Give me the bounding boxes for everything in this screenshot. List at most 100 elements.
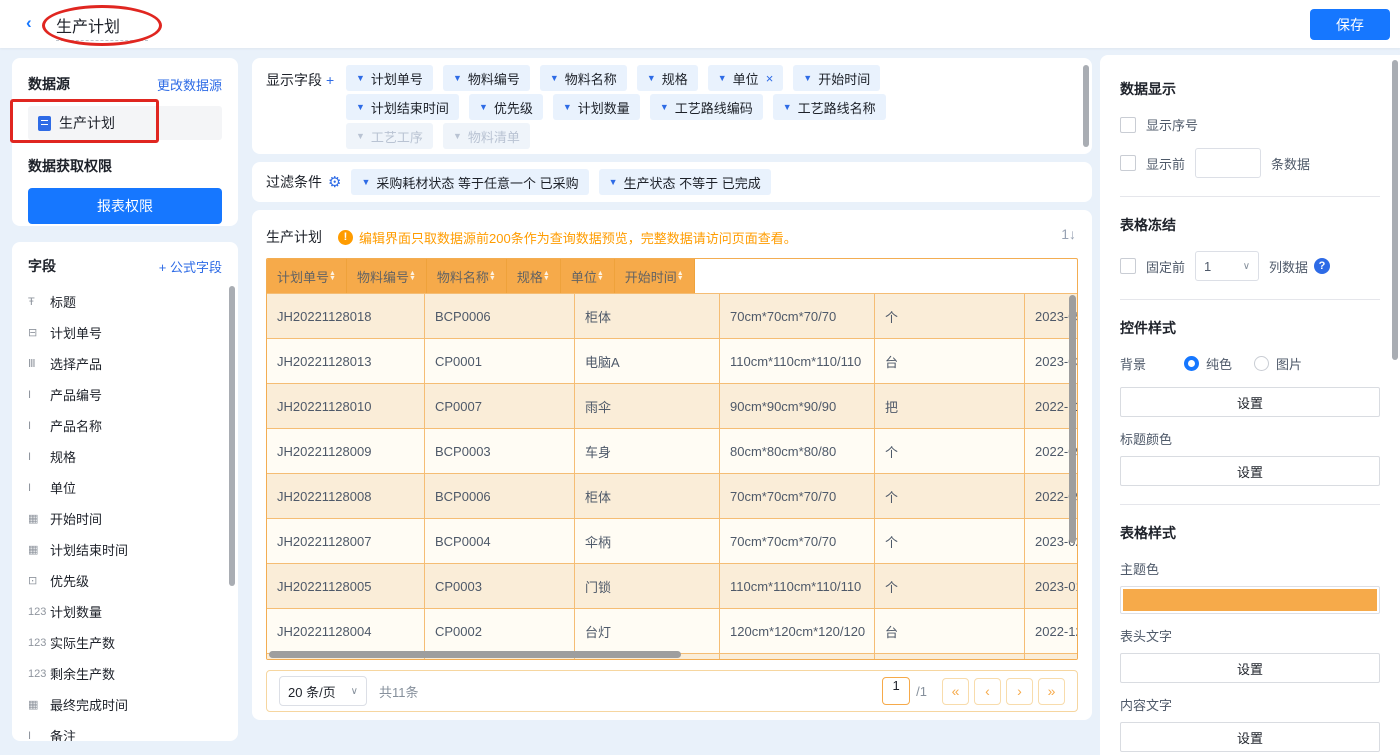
- display-field-tag[interactable]: ▼ 计划数量: [553, 94, 640, 120]
- table-header-cell[interactable]: 开始时间 ▲▼: [615, 259, 695, 293]
- field-list-item[interactable]: I 单位: [28, 472, 222, 503]
- sort-order-icon[interactable]: 1↓: [1061, 226, 1076, 242]
- help-icon[interactable]: ?: [1314, 258, 1330, 274]
- field-list-item[interactable]: 123 计划数量: [28, 596, 222, 627]
- table-vertical-scrollbar[interactable]: [1069, 295, 1076, 543]
- table-row[interactable]: JH20221128010 CP0007 雨伞 90cm*90cm*90/90 …: [267, 383, 1078, 428]
- show-first-checkbox[interactable]: [1120, 155, 1136, 171]
- cell-material-name: 柜体: [575, 473, 720, 518]
- table-header-cell[interactable]: 物料编号 ▲▼: [347, 259, 427, 293]
- table-header-cell[interactable]: 单位 ▲▼: [561, 259, 615, 293]
- table-row[interactable]: JH20221128018 BCP0006 柜体 70cm*70cm*70/70…: [267, 293, 1078, 338]
- sort-arrows-icon[interactable]: ▲▼: [597, 271, 604, 281]
- table-row[interactable]: JH20221128004 CP0002 台灯 120cm*120cm*120/…: [267, 608, 1078, 653]
- chevron-down-icon[interactable]: ▼: [356, 102, 365, 112]
- display-field-tag[interactable]: ▼ 物料编号: [443, 65, 530, 91]
- table-header-cell[interactable]: 计划单号 ▲▼: [267, 259, 347, 293]
- field-list-item[interactable]: Ŧ 标题: [28, 286, 222, 317]
- display-field-tag[interactable]: ▼ 工艺路线编码: [650, 94, 763, 120]
- filter-tag[interactable]: ▼ 生产状态 不等于 已完成: [599, 169, 771, 195]
- first-page-button[interactable]: «: [942, 678, 969, 705]
- sort-arrows-icon[interactable]: ▲▼: [329, 271, 336, 281]
- page-number-input[interactable]: 1: [882, 677, 910, 705]
- field-list-item[interactable]: 123 实际生产数: [28, 627, 222, 658]
- chevron-down-icon[interactable]: ▼: [803, 73, 812, 83]
- column-label: 物料编号: [357, 267, 409, 286]
- display-field-tag[interactable]: ▼ 优先级: [469, 94, 543, 120]
- show-first-count-input[interactable]: [1195, 148, 1261, 178]
- table-horizontal-scrollbar[interactable]: [269, 651, 681, 658]
- settings-scrollbar[interactable]: [1392, 60, 1398, 360]
- table-header-cell[interactable]: 规格 ▲▼: [507, 259, 561, 293]
- display-field-tag[interactable]: ▼ 规格: [637, 65, 698, 91]
- cell-unit: 个: [875, 563, 1025, 608]
- display-fields-scrollbar[interactable]: [1083, 65, 1089, 147]
- display-field-tag[interactable]: ▼ 单位 ×: [708, 65, 784, 91]
- table-row[interactable]: JH20221128005 CP0003 门锁 110cm*110cm*110/…: [267, 563, 1078, 608]
- chevron-down-icon[interactable]: ▼: [361, 177, 370, 187]
- show-index-checkbox[interactable]: [1120, 117, 1136, 133]
- display-field-tag[interactable]: ▼ 计划单号: [346, 65, 433, 91]
- field-list-item[interactable]: I 规格: [28, 441, 222, 472]
- chevron-down-icon[interactable]: ▼: [453, 73, 462, 83]
- header-text-set-button[interactable]: 设置: [1120, 653, 1380, 683]
- add-field-icon[interactable]: +: [322, 72, 334, 88]
- back-icon[interactable]: ‹: [26, 13, 32, 33]
- chevron-down-icon[interactable]: ▼: [783, 102, 792, 112]
- display-field-tag[interactable]: ▼ 开始时间: [793, 65, 880, 91]
- field-label: 计划结束时间: [50, 540, 128, 559]
- fields-scrollbar[interactable]: [229, 286, 235, 586]
- field-list-item[interactable]: ⊡ 优先级: [28, 565, 222, 596]
- radio-image[interactable]: 图片: [1254, 354, 1302, 373]
- background-set-button[interactable]: 设置: [1120, 387, 1380, 417]
- sort-arrows-icon[interactable]: ▲▼: [409, 271, 416, 281]
- field-list-item[interactable]: I 备注: [28, 720, 222, 741]
- table-row[interactable]: JH20221128007 BCP0004 伞柄 70cm*70cm*70/70…: [267, 518, 1078, 563]
- table-row[interactable]: JH20221128009 BCP0003 车身 80cm*80cm*80/80…: [267, 428, 1078, 473]
- field-list-item[interactable]: ⊟ 计划单号: [28, 317, 222, 348]
- chevron-down-icon[interactable]: ▼: [356, 73, 365, 83]
- sort-arrows-icon[interactable]: ▲▼: [489, 271, 496, 281]
- display-field-tag[interactable]: ▼ 工艺路线名称: [773, 94, 886, 120]
- filter-tag[interactable]: ▼ 采购耗材状态 等于任意一个 已采购: [351, 169, 588, 195]
- table-row[interactable]: JH20221128013 CP0001 电脑A 110cm*110cm*110…: [267, 338, 1078, 383]
- formula-field-link[interactable]: + 公式字段: [159, 257, 222, 276]
- title-color-set-button[interactable]: 设置: [1120, 456, 1380, 486]
- next-page-button[interactable]: ›: [1006, 678, 1033, 705]
- field-list-item[interactable]: ▦ 开始时间: [28, 503, 222, 534]
- content-text-set-button[interactable]: 设置: [1120, 722, 1380, 752]
- table-row[interactable]: JH20221128008 BCP0006 柜体 70cm*70cm*70/70…: [267, 473, 1078, 518]
- display-field-tag[interactable]: ▼ 物料名称: [540, 65, 627, 91]
- chevron-down-icon[interactable]: ▼: [660, 102, 669, 112]
- gear-icon[interactable]: ⚙: [328, 173, 341, 191]
- table-header-cell[interactable]: 物料名称 ▲▼: [427, 259, 507, 293]
- sort-arrows-icon[interactable]: ▲▼: [677, 271, 684, 281]
- change-datasource-link[interactable]: 更改数据源: [157, 75, 222, 94]
- page-size-select[interactable]: 20 条/页 ∨: [279, 676, 367, 706]
- report-permission-button[interactable]: 报表权限: [28, 188, 222, 224]
- field-list-item[interactable]: I 产品名称: [28, 410, 222, 441]
- chevron-down-icon[interactable]: ▼: [479, 102, 488, 112]
- chevron-down-icon[interactable]: ▼: [609, 177, 618, 187]
- chevron-down-icon[interactable]: ▼: [718, 73, 727, 83]
- theme-color-swatch[interactable]: [1120, 586, 1380, 614]
- save-button[interactable]: 保存: [1310, 9, 1390, 40]
- freeze-count-select[interactable]: 1 ∨: [1195, 251, 1259, 281]
- field-list-item[interactable]: ▦ 计划结束时间: [28, 534, 222, 565]
- chevron-down-icon[interactable]: ▼: [647, 73, 656, 83]
- display-field-tag[interactable]: ▼ 计划结束时间: [346, 94, 459, 120]
- filter-tag-label: 采购耗材状态 等于任意一个 已采购: [376, 173, 578, 192]
- last-page-button[interactable]: »: [1038, 678, 1065, 705]
- close-icon[interactable]: ×: [766, 71, 774, 86]
- chevron-down-icon[interactable]: ▼: [563, 102, 572, 112]
- field-list-item[interactable]: ▦ 最终完成时间: [28, 689, 222, 720]
- sort-arrows-icon[interactable]: ▲▼: [543, 271, 550, 281]
- field-list-item[interactable]: 123 剩余生产数: [28, 658, 222, 689]
- prev-page-button[interactable]: ‹: [974, 678, 1001, 705]
- field-list-item[interactable]: I 产品编号: [28, 379, 222, 410]
- freeze-checkbox[interactable]: [1120, 258, 1136, 274]
- chevron-down-icon[interactable]: ▼: [550, 73, 559, 83]
- radio-solid-color[interactable]: 纯色: [1184, 354, 1232, 373]
- field-list-item[interactable]: Ⅲ 选择产品: [28, 348, 222, 379]
- cell-plan-number: JH20221128010: [267, 383, 425, 428]
